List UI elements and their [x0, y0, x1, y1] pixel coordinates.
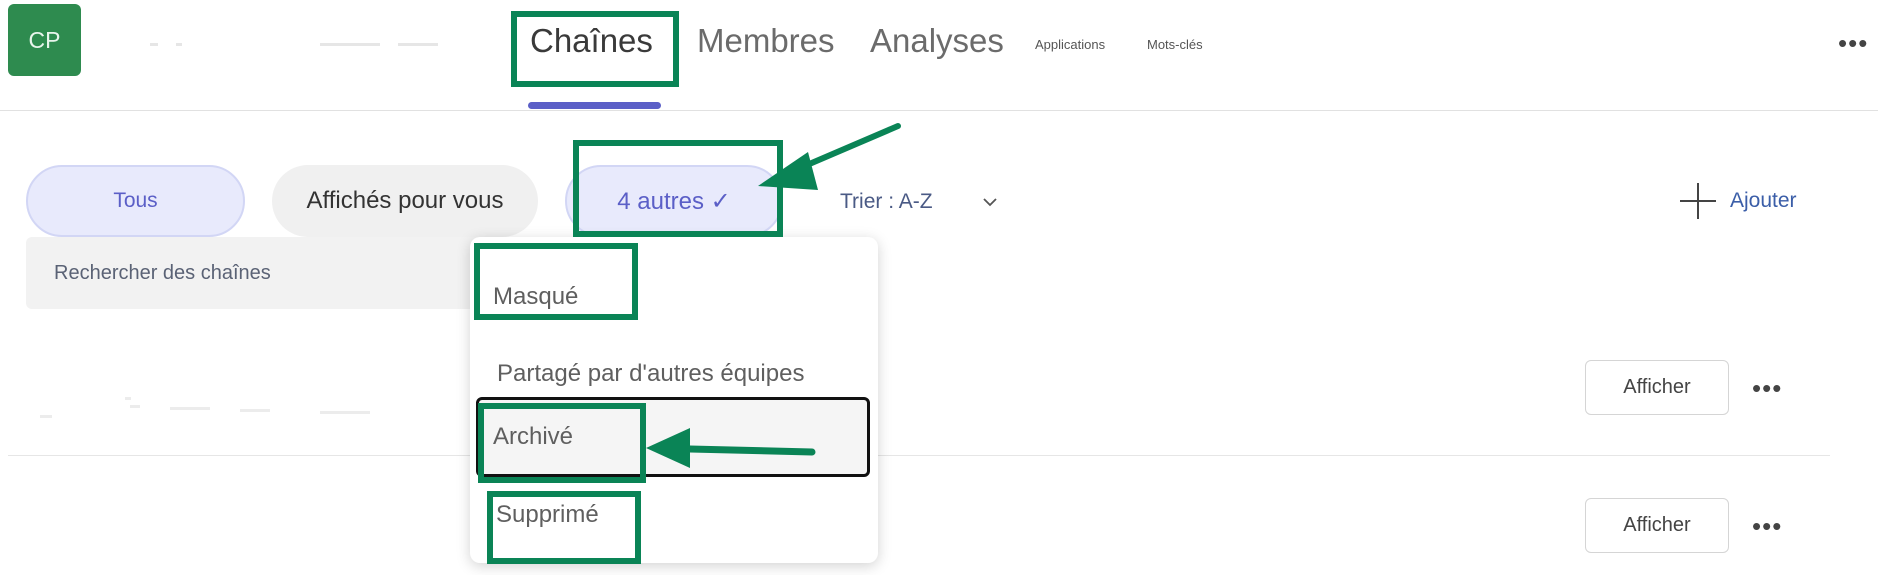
annotation-arrows	[646, 123, 901, 468]
